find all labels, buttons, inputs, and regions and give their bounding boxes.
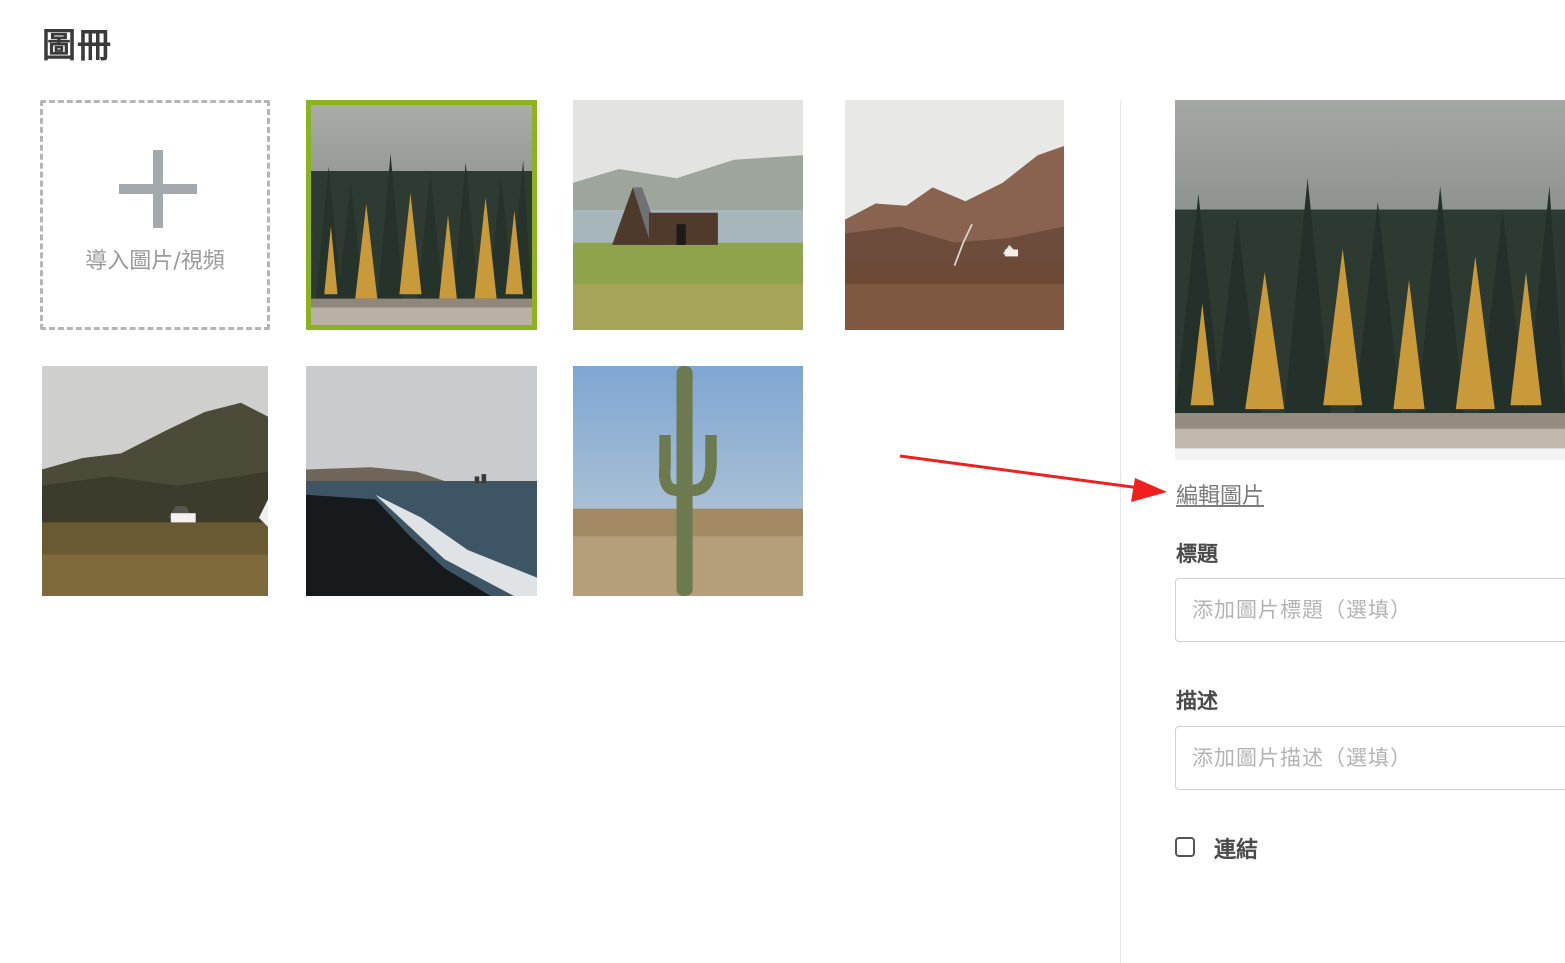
gallery-thumb-forest[interactable]: [306, 100, 537, 330]
selected-image-preview: [1175, 100, 1565, 460]
import-media-button[interactable]: 導入圖片/視頻: [40, 100, 270, 330]
description-label: 描述: [1176, 689, 1218, 713]
gallery-thumb-mountain-valley[interactable]: [845, 100, 1064, 330]
gallery-thumb-foggy-hills[interactable]: [42, 366, 268, 596]
title-input[interactable]: [1175, 578, 1565, 642]
foggy-hills-image: [42, 366, 268, 596]
cabin-lake-image: [573, 100, 803, 330]
description-input[interactable]: [1175, 726, 1565, 790]
gallery-thumb-cactus[interactable]: [573, 366, 803, 596]
gallery-thumb-beach[interactable]: [306, 366, 537, 596]
annotation-arrow-icon: [899, 454, 1167, 502]
link-checkbox-label: 連結: [1214, 838, 1259, 863]
page-title: 圖冊: [42, 26, 112, 66]
beach-image: [306, 366, 537, 596]
link-checkbox[interactable]: [1175, 837, 1195, 857]
import-media-label: 導入圖片/視頻: [85, 249, 225, 274]
panel-divider: [1120, 100, 1121, 963]
mountain-valley-image: [845, 100, 1064, 330]
title-label: 標題: [1176, 542, 1218, 566]
cactus-image: [573, 366, 803, 596]
plus-icon: [119, 150, 197, 228]
gallery-thumb-cabin-lake[interactable]: [573, 100, 803, 330]
preview-forest-image: [1175, 100, 1565, 460]
edit-image-link[interactable]: 編輯圖片: [1176, 478, 1264, 510]
forest-image: [311, 105, 532, 325]
